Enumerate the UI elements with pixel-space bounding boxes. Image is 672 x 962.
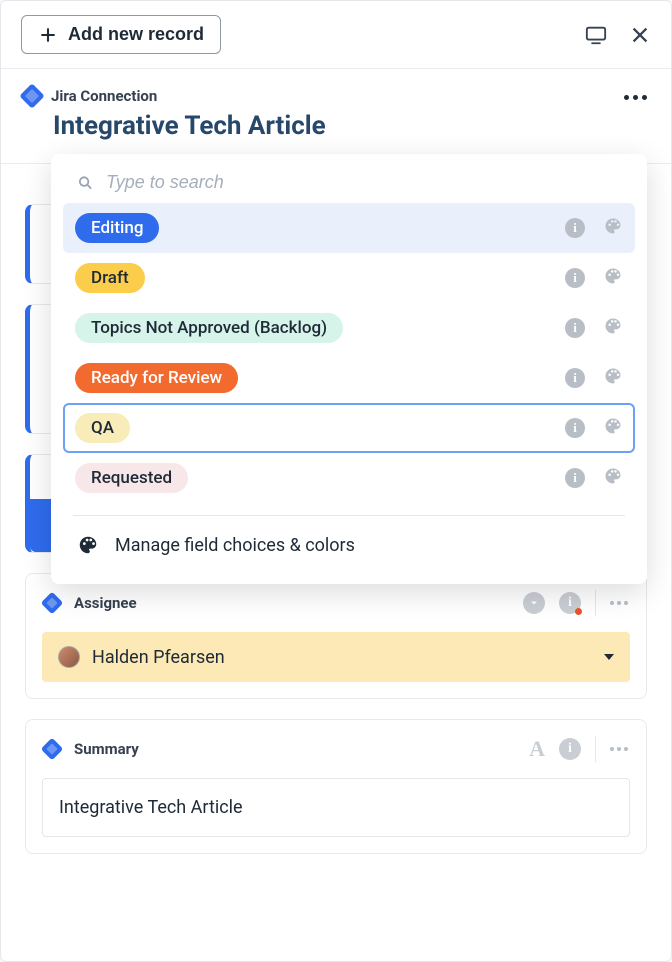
avatar (58, 646, 80, 668)
summary-label: Summary (74, 740, 139, 758)
pill-label: Editing (75, 213, 159, 243)
field-menu-button[interactable] (610, 601, 628, 605)
assignee-select[interactable]: Halden Pfearsen (42, 632, 630, 682)
pill-label: Requested (75, 463, 188, 493)
pill-label: Ready for Review (75, 363, 238, 393)
info-icon[interactable]: i (559, 592, 581, 614)
jira-icon (19, 83, 44, 108)
info-icon[interactable]: i (565, 468, 585, 488)
manage-choices-label: Manage field choices & colors (115, 535, 355, 556)
expand-icon[interactable] (523, 592, 545, 614)
divider (595, 590, 596, 616)
palette-icon[interactable] (603, 216, 623, 240)
jira-icon (41, 592, 64, 615)
divider (73, 515, 625, 516)
info-icon[interactable]: i (565, 268, 585, 288)
summary-input[interactable]: Integrative Tech Article (42, 778, 630, 837)
pill-label: QA (75, 413, 130, 443)
display-icon[interactable] (585, 24, 607, 46)
text-type-icon: A (529, 736, 545, 762)
chevron-down-icon (604, 654, 614, 660)
palette-icon[interactable] (603, 466, 623, 490)
palette-icon (77, 534, 99, 556)
manage-choices-button[interactable]: Manage field choices & colors (51, 528, 647, 562)
option-draft[interactable]: Draft i (63, 253, 635, 303)
palette-icon[interactable] (603, 366, 623, 390)
jira-icon (41, 738, 64, 761)
add-record-label: Add new record (68, 24, 204, 45)
connection-label: Jira Connection (51, 87, 157, 105)
search-icon (77, 174, 94, 192)
assignee-card: Assignee i Halden Pfearsen (25, 573, 647, 699)
palette-icon[interactable] (603, 266, 623, 290)
info-icon[interactable]: i (565, 418, 585, 438)
status-dropdown: Editing i Draft i Topics Not Approved (B… (51, 154, 647, 584)
option-topics-not-approved[interactable]: Topics Not Approved (Backlog) i (63, 303, 635, 353)
search-input[interactable] (106, 172, 621, 193)
palette-icon[interactable] (603, 316, 623, 340)
option-editing[interactable]: Editing i (63, 203, 635, 253)
info-icon[interactable]: i (565, 218, 585, 238)
summary-card: Summary A i Integrative Tech Article (25, 719, 647, 854)
page-title: Integrative Tech Article (53, 111, 326, 141)
palette-icon[interactable] (603, 416, 623, 440)
plus-icon (38, 25, 58, 45)
info-icon[interactable]: i (565, 318, 585, 338)
add-record-button[interactable]: Add new record (21, 15, 221, 54)
assignee-value: Halden Pfearsen (92, 647, 225, 668)
header-menu-button[interactable] (622, 87, 649, 108)
option-ready-for-review[interactable]: Ready for Review i (63, 353, 635, 403)
divider (595, 736, 596, 762)
info-icon[interactable]: i (559, 738, 581, 760)
info-icon[interactable]: i (565, 368, 585, 388)
close-icon[interactable] (629, 24, 651, 46)
option-requested[interactable]: Requested i (63, 453, 635, 503)
field-menu-button[interactable] (610, 747, 628, 751)
assignee-label: Assignee (74, 594, 137, 612)
pill-label: Topics Not Approved (Backlog) (75, 313, 343, 343)
option-qa[interactable]: QA i (63, 403, 635, 453)
alert-dot-icon (575, 608, 582, 615)
pill-label: Draft (75, 263, 145, 293)
